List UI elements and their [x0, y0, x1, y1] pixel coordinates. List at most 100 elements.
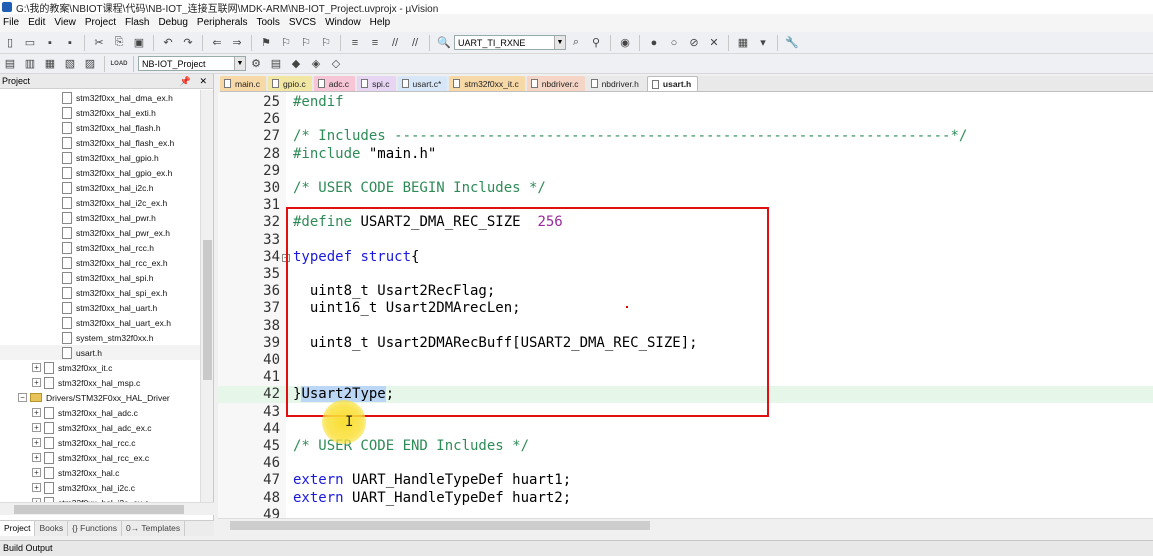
file-extensions-icon[interactable]: ▤ [267, 55, 285, 73]
tree-item[interactable]: stm32f0xx_hal_spi_ex.h [0, 285, 200, 300]
editor-tab[interactable]: adc.c [313, 76, 356, 91]
panel-tab[interactable]: Project [0, 521, 36, 536]
menu-debug[interactable]: Debug [155, 14, 193, 32]
unindent-icon[interactable]: ≡ [366, 34, 384, 52]
menu-tools[interactable]: Tools [254, 14, 286, 32]
editor-scrollbar-horizontal[interactable] [218, 518, 1153, 531]
bookmark-clear-icon[interactable]: ⚐ [317, 34, 335, 52]
tree-item[interactable]: stm32f0xx_hal_pwr.h [0, 210, 200, 225]
menu-peripherals[interactable]: Peripherals [194, 14, 254, 32]
menu-svcs[interactable]: SVCS [286, 14, 322, 32]
tree-item[interactable]: + stm32f0xx_it.c [0, 360, 200, 375]
layout-dropdown-icon[interactable]: ▾ [754, 34, 772, 52]
indent-icon[interactable]: ≡ [346, 34, 364, 52]
expand-icon[interactable]: + [32, 438, 41, 447]
redo-icon[interactable]: ↷ [179, 34, 197, 52]
code-editor[interactable]: 25 #endif 26 27 /* Includes ----------------… [218, 92, 1153, 518]
tree-item[interactable]: + stm32f0xx_hal_adc.c [0, 405, 200, 420]
batch-build-icon[interactable]: ▧ [61, 55, 79, 73]
build-icon[interactable]: ▥ [21, 55, 39, 73]
panel-tab[interactable]: 0→ Templates [122, 521, 186, 536]
tree-item[interactable]: + stm32f0xx_hal_msp.c [0, 375, 200, 390]
menu-file[interactable]: File [0, 14, 25, 32]
tree-item[interactable]: stm32f0xx_hal_gpio.h [0, 150, 200, 165]
editor-tab[interactable]: stm32f0xx_it.c [449, 76, 525, 91]
expand-icon[interactable]: + [32, 363, 41, 372]
window-layout-icon[interactable]: ▦ [734, 34, 752, 52]
expand-icon[interactable]: + [32, 453, 41, 462]
editor-tab[interactable]: nbdriver.c [526, 76, 585, 91]
tree-item[interactable]: stm32f0xx_hal_rcc_ex.h [0, 255, 200, 270]
save-all-icon[interactable]: ▪ [61, 34, 79, 52]
tree-item[interactable]: usart.h [0, 345, 200, 360]
project-tree-scrollbar-vertical[interactable] [200, 90, 213, 502]
fold-collapse-icon[interactable]: − [282, 253, 290, 262]
load-button[interactable]: LOAD [110, 55, 128, 73]
tree-item[interactable]: system_stm32f0xx.h [0, 330, 200, 345]
configure-icon[interactable]: 🔧 [783, 34, 801, 52]
debug-session-icon[interactable]: ◉ [616, 34, 634, 52]
find-in-files-icon[interactable]: 🔍 [435, 34, 453, 52]
breakpoint-disable-icon[interactable]: ○ [665, 34, 683, 52]
menu-view[interactable]: View [51, 14, 82, 32]
stop-build-icon[interactable]: ▨ [81, 55, 99, 73]
target-select[interactable]: NB-IOT_Project ▼ [138, 56, 246, 71]
tree-item[interactable]: stm32f0xx_hal_pwr_ex.h [0, 225, 200, 240]
tree-item[interactable]: stm32f0xx_hal_dma_ex.h [0, 90, 200, 105]
tree-item[interactable]: stm32f0xx_hal_flash.h [0, 120, 200, 135]
panel-tab[interactable]: {} Functions [68, 521, 122, 536]
breakpoint-clear-icon[interactable]: ⊘ [685, 34, 703, 52]
tree-item[interactable]: stm32f0xx_hal_flash_ex.h [0, 135, 200, 150]
run-time-env-icon[interactable]: ◇ [327, 55, 345, 73]
project-tree-scrollbar-horizontal[interactable] [0, 502, 214, 515]
breakpoint-icon[interactable]: ● [645, 34, 663, 52]
comment-icon[interactable]: // [386, 34, 404, 52]
pack-installer-icon[interactable]: ◈ [307, 55, 325, 73]
menu-project[interactable]: Project [82, 14, 122, 32]
undo-icon[interactable]: ↶ [159, 34, 177, 52]
editor-tab[interactable]: gpio.c [268, 76, 312, 91]
tree-item[interactable]: stm32f0xx_hal_i2c_ex.h [0, 195, 200, 210]
collapse-icon[interactable]: − [18, 393, 27, 402]
tree-item[interactable]: stm32f0xx_hal_uart.h [0, 300, 200, 315]
tree-item[interactable]: + stm32f0xx_hal_rcc.c [0, 435, 200, 450]
editor-tab[interactable]: spi.c [357, 76, 396, 91]
tree-item[interactable]: stm32f0xx_hal_spi.h [0, 270, 200, 285]
tree-item[interactable]: + stm32f0xx_hal_adc_ex.c [0, 420, 200, 435]
bookmark-next-icon[interactable]: ⚐ [297, 34, 315, 52]
expand-icon[interactable]: + [32, 468, 41, 477]
expand-icon[interactable]: + [32, 483, 41, 492]
target-options-icon[interactable]: ⚙ [247, 55, 265, 73]
bookmark-icon[interactable]: ⚑ [257, 34, 275, 52]
uncomment-icon[interactable]: // [406, 34, 424, 52]
editor-tab[interactable]: main.c [220, 76, 267, 91]
tree-item[interactable]: stm32f0xx_hal_exti.h [0, 105, 200, 120]
panel-tab[interactable]: Books [35, 521, 69, 536]
incremental-find-icon[interactable]: ⚲ [587, 34, 605, 52]
copy-icon[interactable]: ⎘ [110, 34, 128, 52]
manage-components-icon[interactable]: ◆ [287, 55, 305, 73]
cut-icon[interactable]: ✂ [90, 34, 108, 52]
close-icon[interactable]: ✕ [199, 74, 207, 89]
save-icon[interactable]: ▪ [41, 34, 59, 52]
tree-item[interactable]: + stm32f0xx_hal.c [0, 465, 200, 480]
nav-back-icon[interactable]: ⇐ [208, 34, 226, 52]
nav-forward-icon[interactable]: ⇒ [228, 34, 246, 52]
menu-help[interactable]: Help [367, 14, 397, 32]
tree-item[interactable]: + stm32f0xx_hal_i2c.c [0, 480, 200, 495]
tree-item[interactable]: +stm32f0xx_hal_i2c_ex.c [0, 495, 200, 502]
expand-icon[interactable]: + [32, 423, 41, 432]
rebuild-icon[interactable]: ▦ [41, 55, 59, 73]
pin-icon[interactable]: 📌 [180, 74, 191, 89]
translate-icon[interactable]: ▤ [1, 55, 19, 73]
new-file-icon[interactable]: ▯ [1, 34, 19, 52]
tree-item[interactable]: stm32f0xx_hal_i2c.h [0, 180, 200, 195]
menu-flash[interactable]: Flash [122, 14, 155, 32]
tree-item[interactable]: + stm32f0xx_hal_rcc_ex.c [0, 450, 200, 465]
tree-item[interactable]: stm32f0xx_hal_gpio_ex.h [0, 165, 200, 180]
find-combo[interactable]: UART_TI_RXNE ▼ [454, 35, 566, 50]
tree-item[interactable]: stm32f0xx_hal_rcc.h [0, 240, 200, 255]
bookmark-prev-icon[interactable]: ⚐ [277, 34, 295, 52]
menu-window[interactable]: Window [322, 14, 367, 32]
open-folder-icon[interactable]: ▭ [21, 34, 39, 52]
